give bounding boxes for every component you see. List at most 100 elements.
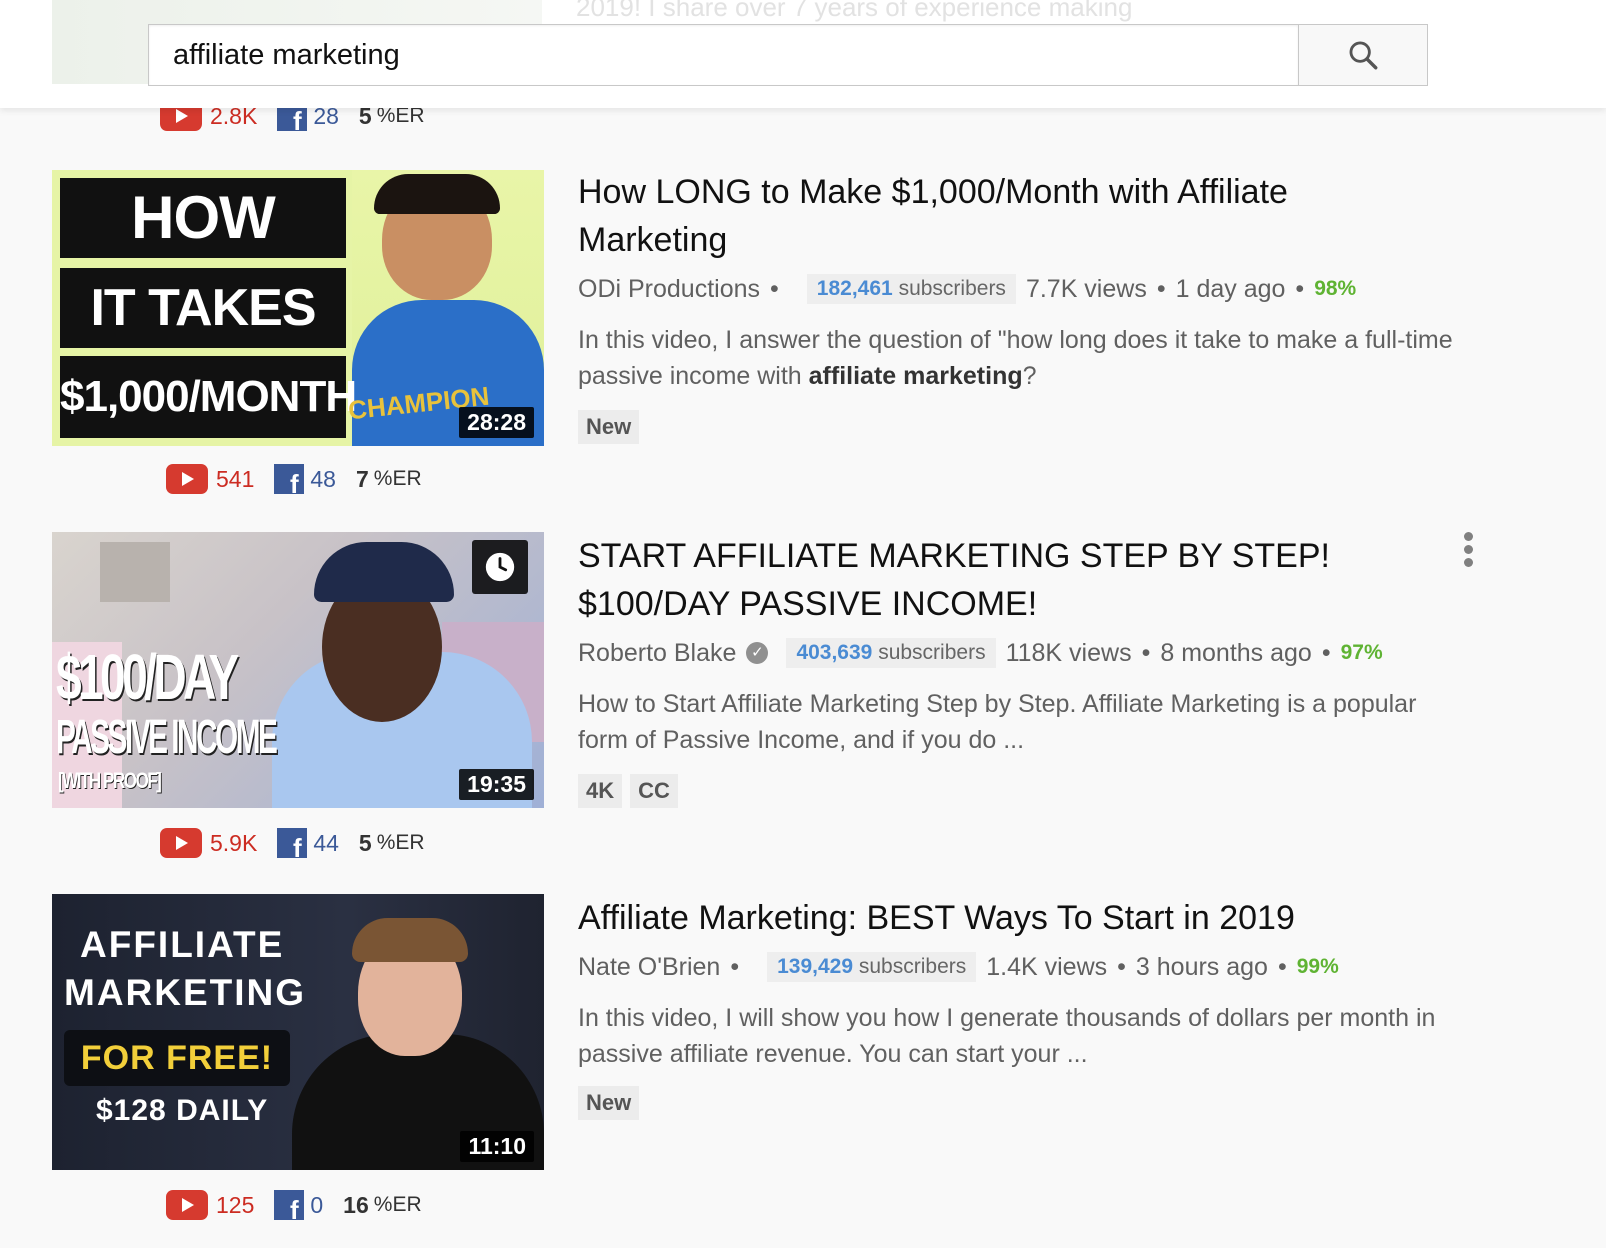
er-value: 5 [358,829,372,856]
video-title[interactable]: START AFFILIATE MARKETING STEP BY STEP! … [578,532,1478,628]
thumbnail-text: $128 DAILY [96,1094,269,1127]
video-badges: New [578,1086,640,1120]
search-header: 2019! I share over 7 years of experience… [0,0,1606,108]
description-line: passive affiliate revenue. You can start… [578,1040,1088,1068]
description-line: In this video, I will show you how I gen… [578,1004,1436,1032]
new-badge: New [578,410,640,444]
video-title-line[interactable]: $100/DAY PASSIVE INCOME! [578,580,1478,628]
thumbnail-text: HOW LONG [60,178,346,331]
video-description: In this video, I will show you how I gen… [578,1000,1478,1072]
separator: • [1277,952,1287,981]
er-value: 7 [355,465,369,492]
video-title-line[interactable]: Marketing [578,216,1478,264]
youtube-icon [160,828,202,858]
svg-text:f: f [290,1195,299,1220]
more-vert-icon[interactable] [1462,532,1474,568]
description-highlight: affiliate marketing [808,362,1023,390]
thumbnail-text: IT TAKES FOR [60,268,346,417]
facebook-count: 0 [310,1191,324,1218]
subscriber-badge: 403,639 subscribers [786,638,996,668]
like-percentage: 97% [1340,641,1383,664]
facebook-icon: f [274,464,305,494]
like-percentage: 98% [1314,277,1357,300]
upload-age: 1 day ago [1175,274,1286,303]
view-count: 1.4K views [986,952,1108,981]
clock-icon [485,552,515,582]
view-count: 7.7K views [1025,274,1147,303]
upload-age: 8 months ago [1160,638,1312,667]
search-button[interactable] [1298,24,1428,86]
thumbnail-text: PASSIVE INCOME [56,711,278,764]
er-value: 16 [343,1191,369,1218]
er-label: %ER [373,1193,422,1216]
thumbnail-text: [WITH PROOF] [58,768,162,793]
separator: • [1321,638,1331,667]
facebook-count: 48 [310,465,336,492]
channel-name[interactable]: ODi Productions [578,275,760,304]
video-meta: Nate O'Brien • 139,429 subscribers 1.4K … [578,952,1339,982]
like-percentage: 99% [1296,955,1339,978]
cc-badge: CC [630,774,678,808]
video-description: In this video, I answer the question of … [578,322,1478,394]
thumbnail-text: FOR FREE! [64,1030,290,1086]
facebook-count: 44 [313,829,339,856]
subscriber-label: subscribers [858,955,967,978]
channel-name[interactable]: Roberto Blake [578,639,736,668]
video-stats: 5.9K f 44 5 %ER [160,826,425,860]
svg-text:f: f [290,469,299,494]
description-line: passive income with affiliate marketing? [578,358,1478,394]
search-icon [1349,41,1378,70]
watch-later-button[interactable] [472,540,528,594]
er-label: %ER [373,467,422,490]
video-badges: New [578,410,640,444]
upload-age: 3 hours ago [1135,952,1268,981]
new-badge: New [578,1086,640,1120]
thumbnail-text: $1,000/MONTH [60,356,357,438]
video-stats: 541 f 48 7 %ER [166,462,422,496]
description-text: ? [1022,362,1037,390]
channel-name[interactable]: Nate O'Brien [578,953,720,982]
4k-badge: 4K [578,774,623,808]
video-thumbnail[interactable]: AFFILIATE MARKETING FOR FREE! $128 DAILY… [52,894,544,1170]
search-results-page: 2019! I share over 7 years of experience… [0,0,1606,1248]
video-stats: 125 f 0 16 %ER [166,1188,422,1222]
subscriber-badge: 182,461 subscribers [806,274,1016,304]
previous-result-description: 2019! I share over 7 years of experience… [576,0,1133,22]
video-thumbnail[interactable]: $100/DAY PASSIVE INCOME [WITH PROOF] 19:… [52,532,544,808]
search-box[interactable] [148,24,1298,86]
video-title[interactable]: How LONG to Make $1,000/Month with Affil… [578,168,1478,264]
separator: • [1295,274,1305,303]
video-duration: 28:28 [459,407,534,438]
youtube-count: 5.9K [210,829,258,856]
youtube-count: 125 [216,1191,255,1218]
description-line: form of Passive Income, and if you do ..… [578,726,1025,754]
thumbnail-text: $100/DAY [56,641,239,713]
youtube-icon [166,1190,208,1220]
video-duration: 11:10 [460,1131,534,1162]
thumbnail-text: AFFILIATE [80,924,285,965]
video-title-line[interactable]: How LONG to Make $1,000/Month with Affil… [578,168,1478,216]
subscriber-label: subscribers [898,277,1006,300]
view-count: 118K views [1005,638,1132,667]
video-meta: ODi Productions • 182,461 subscribers 7.… [578,274,1356,304]
search-input[interactable] [149,25,1298,85]
subscriber-label: subscribers [878,641,986,664]
subscriber-count: 182,461 [816,277,893,300]
separator: • [1156,274,1166,303]
svg-text:f: f [293,106,302,131]
youtube-count: 541 [216,465,255,492]
video-meta: Roberto Blake ✓ 403,639 subscribers 118K… [578,638,1383,668]
separator: • [730,952,740,981]
video-thumbnail[interactable]: HOW LONG IT TAKES FOR $1,000/MONTH CHAMP… [52,170,544,446]
video-title-line[interactable]: Affiliate Marketing: BEST Ways To Start … [578,894,1478,942]
video-description: How to Start Affiliate Marketing Step by… [578,686,1478,758]
video-title[interactable]: Affiliate Marketing: BEST Ways To Start … [578,894,1478,942]
separator: • [1117,952,1126,981]
video-title-line[interactable]: START AFFILIATE MARKETING STEP BY STEP! [578,532,1478,580]
youtube-icon [166,464,208,494]
separator: • [770,274,779,303]
subscriber-count: 139,429 [777,955,854,978]
description-text: passive income with [578,362,809,390]
facebook-icon: f [277,828,308,858]
facebook-icon: f [274,1190,305,1220]
